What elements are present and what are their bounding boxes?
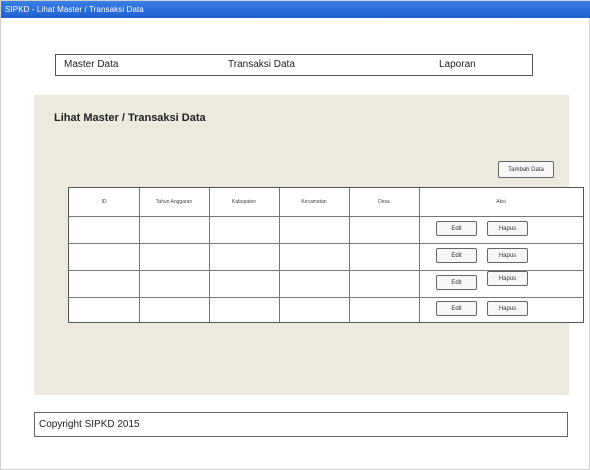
app-window: SIPKD - Lihat Master / Transaksi Data Ma… [0,0,590,470]
nav-item-transaksi-data[interactable]: Transaksi Data [228,55,295,75]
grid-divider [69,297,583,298]
hapus-button[interactable]: Hapus [487,301,528,316]
data-table: ID Tahun Anggaran Kabupaten Kecamatan De… [68,187,584,323]
hapus-button[interactable]: Hapus [487,271,528,286]
nav-item-laporan[interactable]: Laporan [439,55,476,75]
column-header-aksi: Aksi [496,199,506,205]
column-header-kabupaten: Kabupaten [231,199,257,205]
top-navigation: Master Data Transaksi Data Laporan [55,54,533,76]
edit-button[interactable]: Edit [436,221,477,236]
grid-divider [349,188,350,322]
nav-item-master-data[interactable]: Master Data [64,55,118,75]
footer: Copyright SIPKD 2015 [34,412,568,437]
column-header-desa: Desa [378,199,390,205]
column-header-kecamatan: Kecamatan [301,199,327,205]
grid-divider [69,243,583,244]
column-header-tahun-anggaran: Tahun Anggaran [155,199,193,205]
grid-divider [419,188,420,322]
grid-divider [279,188,280,322]
grid-divider [209,188,210,322]
edit-button[interactable]: Edit [436,248,477,263]
grid-divider [139,188,140,322]
edit-button[interactable]: Edit [436,275,477,290]
add-data-button[interactable]: Tambah Data [498,161,554,178]
edit-button[interactable]: Edit [436,301,477,316]
hapus-button[interactable]: Hapus [487,248,528,263]
hapus-button[interactable]: Hapus [487,221,528,236]
window-titlebar: SIPKD - Lihat Master / Transaksi Data [1,1,590,18]
content-panel: Lihat Master / Transaksi Data Tambah Dat… [34,95,584,395]
grid-divider [69,216,583,217]
page-title: Lihat Master / Transaksi Data [54,112,206,124]
column-header-id: ID [101,199,107,205]
